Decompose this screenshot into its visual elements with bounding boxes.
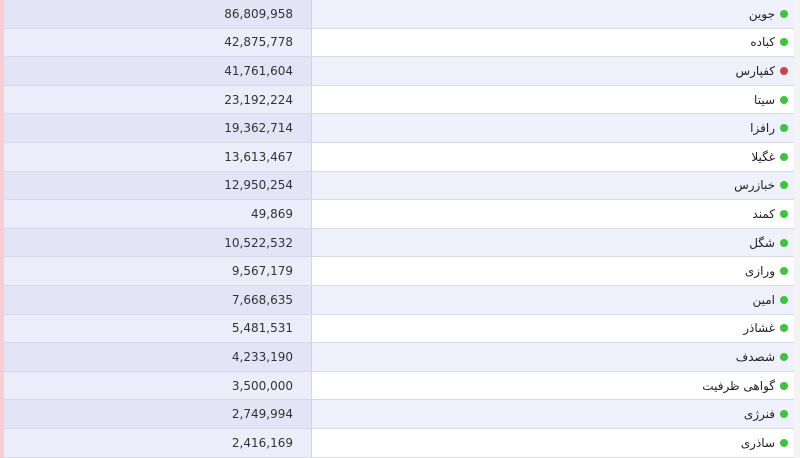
symbol-name[interactable]: غگیلا	[751, 150, 775, 164]
symbol-volume-table: 86,809,958 جوین 42,875,778 کباده 41,761,…	[0, 0, 800, 458]
name-cell[interactable]: کفپارس	[312, 57, 794, 85]
name-cell[interactable]: کباده	[312, 28, 794, 57]
green-dot-icon	[780, 124, 788, 133]
value-cell: 41,761,604	[4, 57, 312, 85]
table-row[interactable]: 2,749,994 فنرژی	[4, 400, 794, 429]
value-cell: 13,613,467	[4, 143, 312, 171]
value-cell: 2,749,994	[4, 400, 312, 428]
name-cell[interactable]: فنرژی	[312, 400, 794, 428]
symbol-name[interactable]: غشاذر	[743, 321, 775, 335]
table-row[interactable]: 10,522,532 شگل	[4, 228, 794, 258]
red-dot-icon	[780, 66, 788, 75]
green-dot-icon	[780, 238, 788, 247]
name-cell[interactable]: سیتا	[312, 85, 794, 114]
value-cell: 3,500,000	[4, 371, 312, 400]
value-cell: 42,875,778	[4, 28, 312, 57]
name-cell[interactable]: ساذری	[312, 429, 794, 457]
table-row[interactable]: 19,362,714 رافزا	[4, 114, 794, 143]
symbol-name[interactable]: گواهی ظرفیت	[702, 379, 775, 393]
green-dot-icon	[780, 9, 788, 18]
green-dot-icon	[780, 38, 788, 47]
table-row[interactable]: 2,416,169 ساذری	[4, 429, 794, 458]
value-cell: 86,809,958	[4, 0, 312, 28]
green-dot-icon	[780, 381, 788, 390]
scrollbar-track[interactable]	[793, 0, 800, 458]
name-cell[interactable]: غشاذر	[312, 314, 794, 343]
symbol-name[interactable]: ساذری	[741, 436, 775, 450]
green-dot-icon	[780, 267, 788, 276]
value-cell: 7,668,635	[4, 286, 312, 314]
name-cell[interactable]: ورازی	[312, 257, 794, 285]
name-cell[interactable]: شگل	[312, 228, 794, 257]
green-dot-icon	[780, 295, 788, 304]
table-row[interactable]: 42,875,778 کباده	[4, 28, 794, 58]
value-cell: 19,362,714	[4, 114, 312, 142]
value-cell: 49,869	[4, 200, 312, 228]
value-cell: 5,481,531	[4, 314, 312, 343]
value-cell: 10,522,532	[4, 228, 312, 257]
symbol-name[interactable]: فنرژی	[744, 407, 775, 421]
symbol-name[interactable]: ورازی	[745, 264, 775, 278]
symbol-name[interactable]: کباده	[750, 35, 775, 49]
value-cell: 12,950,254	[4, 171, 312, 200]
name-cell[interactable]: شصدف	[312, 343, 794, 371]
value-cell: 23,192,224	[4, 85, 312, 114]
symbol-name[interactable]: کمند	[752, 207, 775, 221]
green-dot-icon	[780, 438, 788, 447]
name-cell[interactable]: غگیلا	[312, 143, 794, 171]
table-row[interactable]: 41,761,604 کفپارس	[4, 57, 794, 86]
table-row[interactable]: 5,481,531 غشاذر	[4, 314, 794, 344]
symbol-name[interactable]: شصدف	[736, 350, 775, 364]
table-row[interactable]: 3,500,000 گواهی ظرفیت	[4, 371, 794, 401]
symbol-name[interactable]: رافزا	[750, 121, 775, 135]
table-row[interactable]: 12,950,254 خبازرس	[4, 171, 794, 201]
green-dot-icon	[780, 95, 788, 104]
green-dot-icon	[780, 152, 788, 161]
green-dot-icon	[780, 209, 788, 218]
name-cell[interactable]: رافزا	[312, 114, 794, 142]
symbol-name[interactable]: جوین	[749, 7, 775, 21]
green-dot-icon	[780, 352, 788, 361]
symbol-name[interactable]: امین	[752, 293, 775, 307]
table-row[interactable]: 9,567,179 ورازی	[4, 257, 794, 286]
symbol-name[interactable]: شگل	[749, 236, 775, 250]
table-row[interactable]: 23,192,224 سیتا	[4, 85, 794, 115]
value-cell: 9,567,179	[4, 257, 312, 285]
value-cell: 4,233,190	[4, 343, 312, 371]
table-row[interactable]: 49,869 کمند	[4, 200, 794, 229]
name-cell[interactable]: خبازرس	[312, 171, 794, 200]
green-dot-icon	[780, 181, 788, 190]
green-dot-icon	[780, 410, 788, 419]
name-cell[interactable]: امین	[312, 286, 794, 314]
table-row[interactable]: 7,668,635 امین	[4, 286, 794, 315]
green-dot-icon	[780, 324, 788, 333]
symbol-name[interactable]: کفپارس	[735, 64, 775, 78]
symbol-name[interactable]: خبازرس	[734, 178, 775, 192]
symbol-name[interactable]: سیتا	[754, 93, 775, 107]
value-cell: 2,416,169	[4, 429, 312, 457]
name-cell[interactable]: گواهی ظرفیت	[312, 371, 794, 400]
name-cell[interactable]: کمند	[312, 200, 794, 228]
table-row[interactable]: 86,809,958 جوین	[4, 0, 794, 29]
name-cell[interactable]: جوین	[312, 0, 794, 28]
table-row[interactable]: 4,233,190 شصدف	[4, 343, 794, 372]
table-row[interactable]: 13,613,467 غگیلا	[4, 143, 794, 172]
